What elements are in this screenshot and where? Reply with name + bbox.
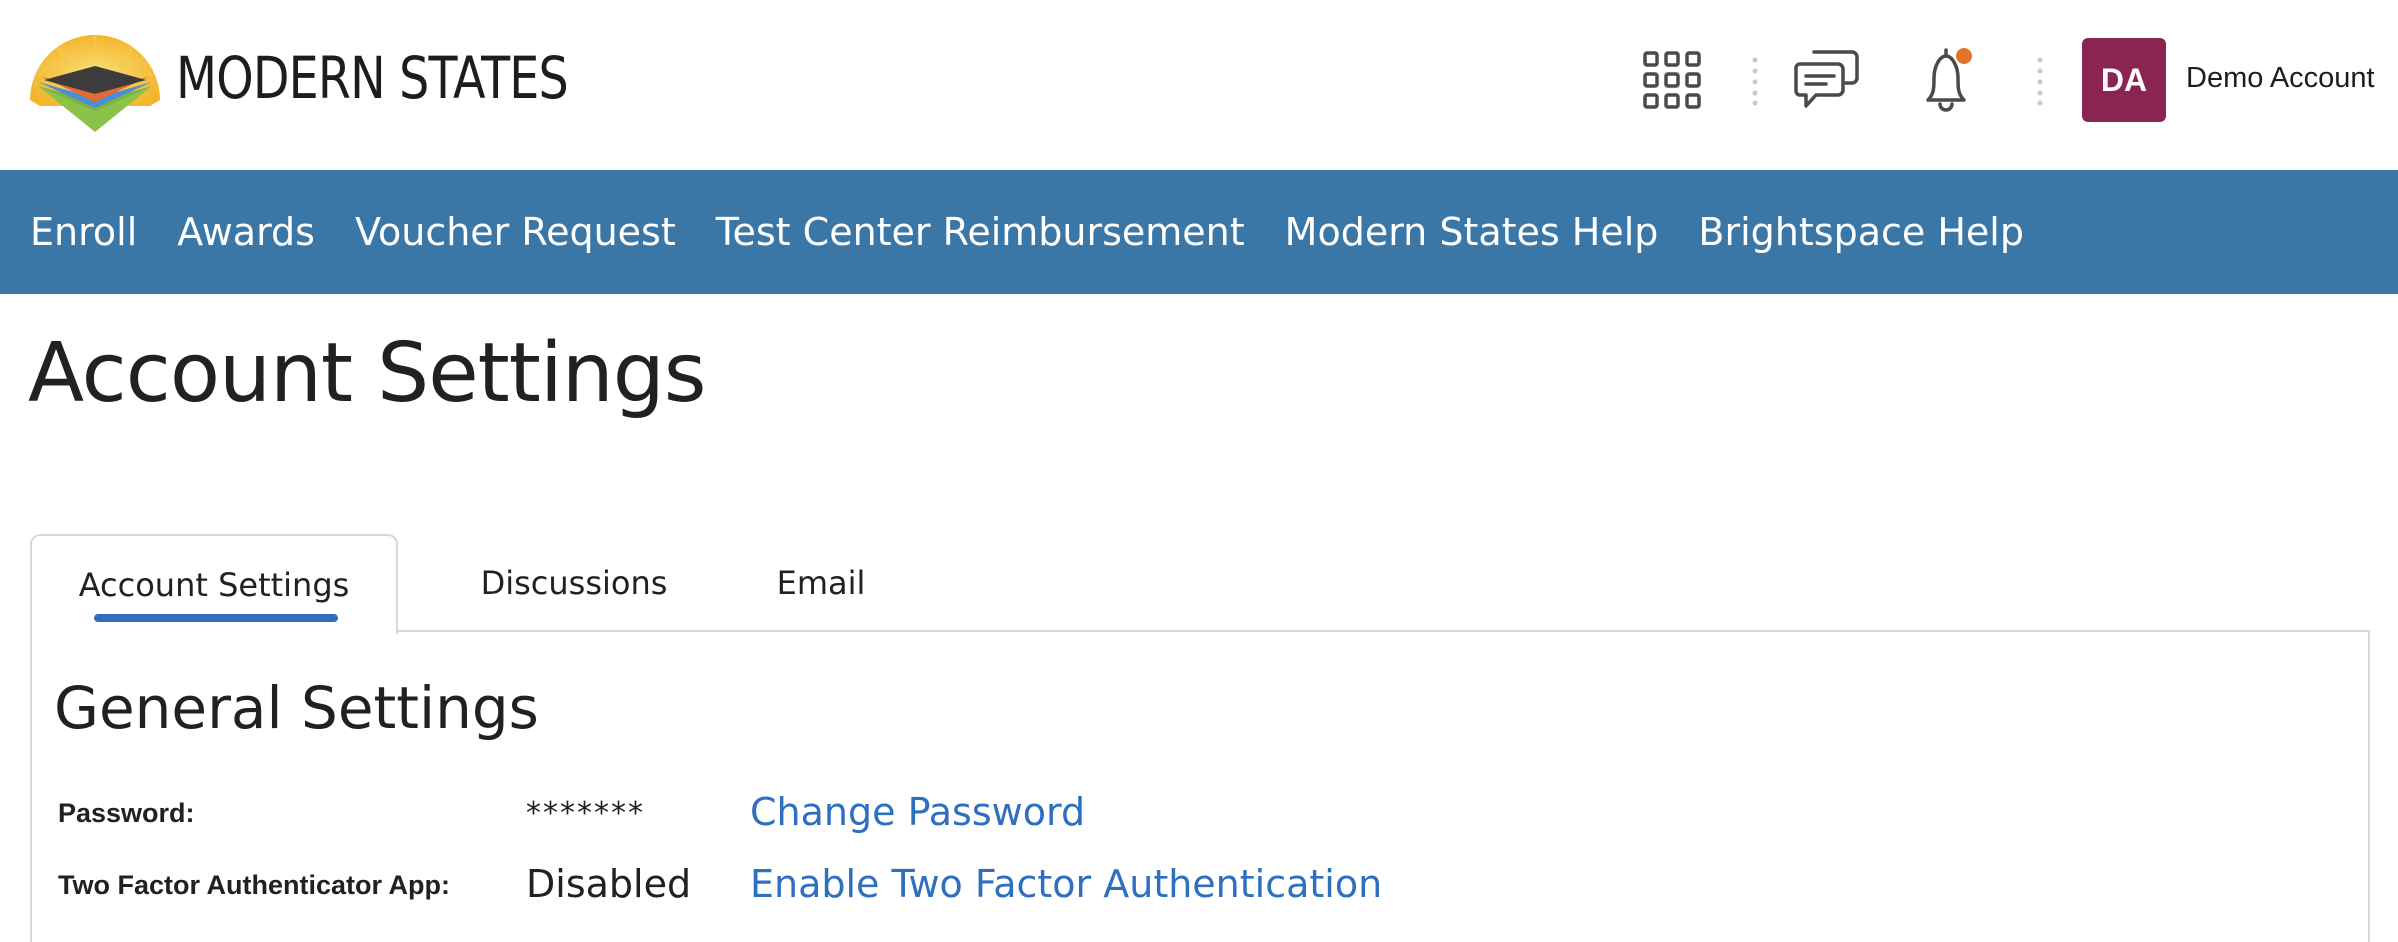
user-avatar[interactable]: DA <box>2082 38 2166 122</box>
password-label: Password: <box>58 798 195 828</box>
nav-item-awards[interactable]: Awards <box>177 210 315 254</box>
notification-badge <box>1956 48 1972 64</box>
user-name[interactable]: Demo Account <box>2186 62 2375 95</box>
nav-item-enroll[interactable]: Enroll <box>30 210 137 254</box>
two-factor-label: Two Factor Authenticator App: <box>58 870 450 900</box>
enable-two-factor-link[interactable]: Enable Two Factor Authentication <box>750 862 1382 906</box>
password-row: Password: ******* Change Password <box>32 782 2332 842</box>
tab-active-indicator <box>94 614 338 622</box>
logo-wordmark[interactable]: MODERN STATES <box>176 44 569 112</box>
nav-item-voucher-request[interactable]: Voucher Request <box>355 210 676 254</box>
account-settings-panel: General Settings Password: ******* Chang… <box>30 630 2370 942</box>
header-divider <box>2037 57 2043 106</box>
tab-label: Account Settings <box>78 566 350 604</box>
password-value: ******* <box>526 796 645 831</box>
nav-item-test-center-reimbursement[interactable]: Test Center Reimbursement <box>716 210 1245 254</box>
nav-item-modern-states-help[interactable]: Modern States Help <box>1285 210 1659 254</box>
chat-bubbles-icon[interactable] <box>1794 46 1860 110</box>
change-password-link[interactable]: Change Password <box>750 790 1085 834</box>
main-navigation: Enroll Awards Voucher Request Test Cente… <box>0 170 2398 294</box>
tab-discussions[interactable]: Discussions <box>426 534 722 632</box>
tab-account-settings[interactable]: Account Settings <box>30 534 398 634</box>
settings-tabs: Account Settings Discussions Email <box>30 534 2370 634</box>
tab-email[interactable]: Email <box>722 534 920 632</box>
two-factor-row: Two Factor Authenticator App: Disabled E… <box>32 854 2332 914</box>
apps-grid-icon[interactable] <box>1642 50 1702 110</box>
tab-label: Email <box>776 564 866 602</box>
notification-bell-icon[interactable] <box>1918 44 1984 112</box>
tab-label: Discussions <box>480 564 668 602</box>
page-title: Account Settings <box>28 326 706 421</box>
header-divider <box>1752 57 1758 106</box>
section-title: General Settings <box>54 674 539 742</box>
nav-item-brightspace-help[interactable]: Brightspace Help <box>1698 210 2024 254</box>
modern-states-logo-icon[interactable] <box>28 28 162 132</box>
site-header: MODERN STATES DA Demo Account <box>0 0 2398 170</box>
two-factor-status: Disabled <box>526 862 692 906</box>
